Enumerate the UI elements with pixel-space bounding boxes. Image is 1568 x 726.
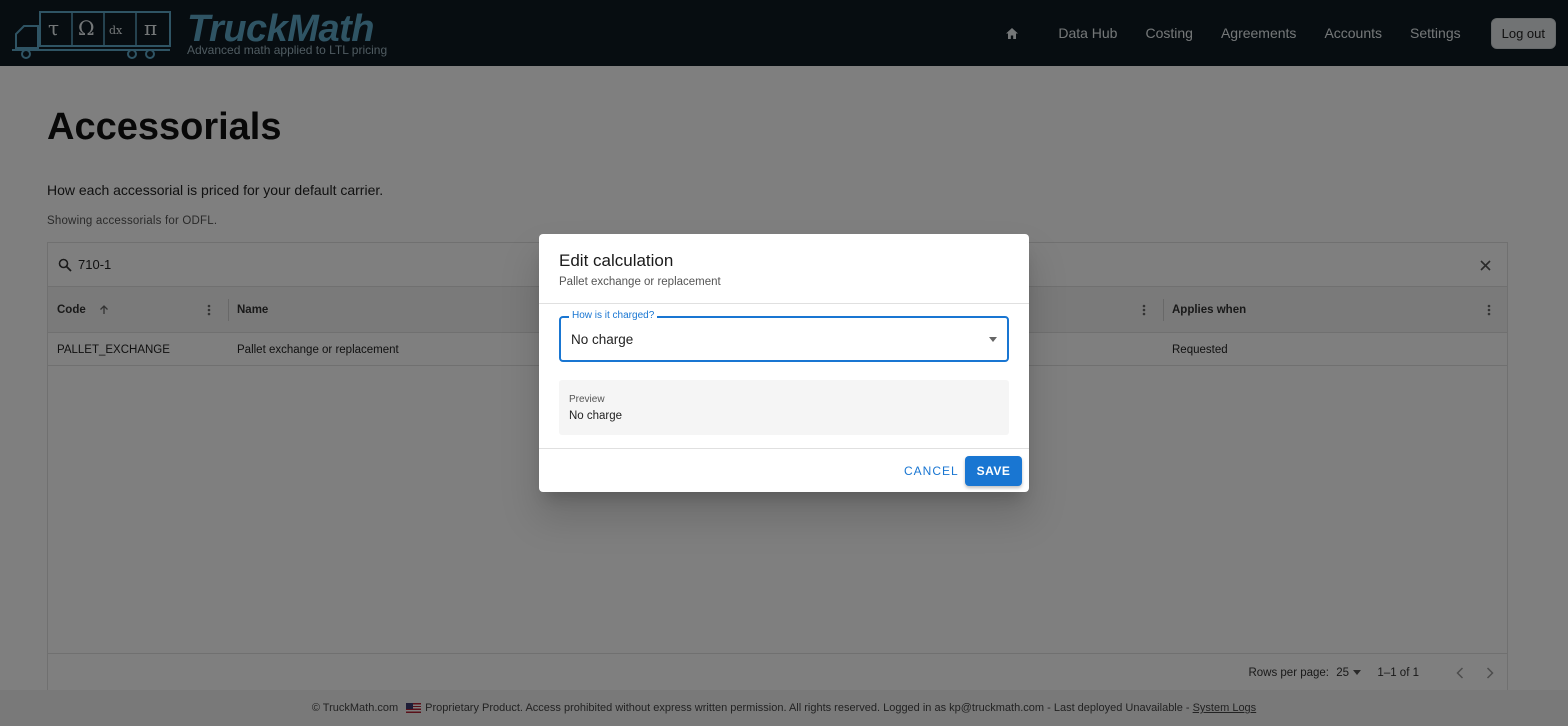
dropdown-arrow-icon[interactable] xyxy=(989,337,997,342)
preview-value: No charge xyxy=(569,410,623,422)
dialog-title: Edit calculation xyxy=(559,251,674,270)
edit-calculation-dialog: Edit calculation Pallet exchange or repl… xyxy=(539,234,1029,492)
preview-box: Preview No charge xyxy=(559,380,1009,435)
charge-type-value: No charge xyxy=(571,332,634,347)
save-button[interactable]: SAVE xyxy=(965,456,1022,486)
divider xyxy=(539,303,1029,304)
charge-type-label: How is it charged? xyxy=(569,310,658,321)
preview-label: Preview xyxy=(569,394,605,405)
cancel-button[interactable]: CANCEL xyxy=(899,456,964,486)
divider xyxy=(539,448,1029,449)
charge-type-select[interactable]: How is it charged? No charge xyxy=(559,310,1009,362)
dialog-subtitle: Pallet exchange or replacement xyxy=(559,276,721,288)
